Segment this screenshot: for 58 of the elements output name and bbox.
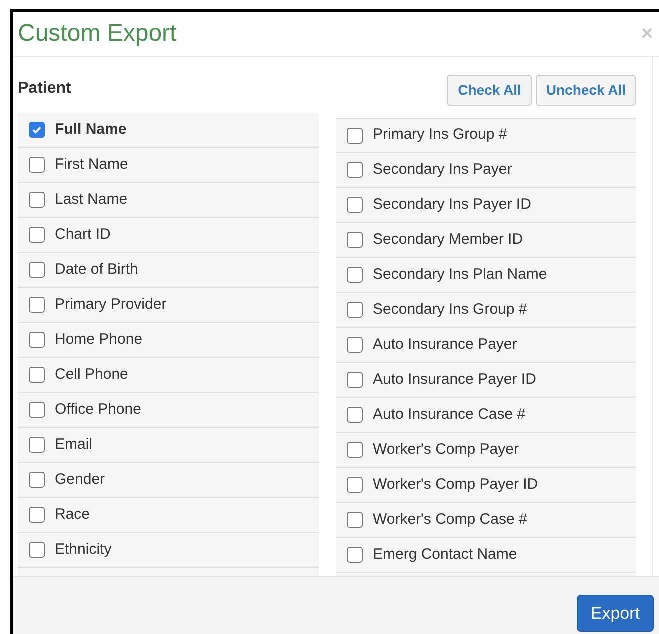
checkbox[interactable] (29, 192, 45, 208)
checkbox[interactable] (347, 512, 363, 528)
checkbox[interactable] (347, 267, 363, 283)
field-option[interactable]: Secondary Ins Plan Name (336, 258, 636, 293)
checkbox[interactable] (347, 302, 363, 318)
field-option[interactable]: Worker's Comp Payer ID (336, 468, 636, 503)
field-option[interactable]: Emerg Contact Name (336, 538, 636, 573)
checkbox[interactable] (29, 157, 45, 173)
checkbox[interactable] (29, 402, 45, 418)
field-option[interactable]: Worker's Comp Payer (336, 433, 636, 468)
field-option[interactable]: Secondary Member ID (336, 223, 636, 258)
checkbox[interactable] (29, 437, 45, 453)
field-option[interactable]: Secondary Ins Group # (336, 293, 636, 328)
checkbox[interactable] (347, 162, 363, 178)
check-icon (31, 124, 43, 136)
checkbox[interactable] (29, 542, 45, 558)
checkbox[interactable] (29, 122, 45, 138)
checkbox[interactable] (29, 297, 45, 313)
field-option[interactable]: Gender (18, 463, 319, 498)
field-option[interactable]: Auto Insurance Payer (336, 328, 636, 363)
field-option[interactable]: Last Name (18, 183, 319, 218)
checkbox[interactable] (347, 477, 363, 493)
checkbox[interactable] (29, 332, 45, 348)
checkbox[interactable] (347, 232, 363, 248)
field-option[interactable]: Cell Phone (18, 358, 319, 393)
field-option[interactable]: Race (18, 498, 319, 533)
field-option[interactable]: Office Phone (18, 393, 319, 428)
checkbox[interactable] (347, 407, 363, 423)
field-option[interactable]: Secondary Ins Payer (336, 153, 636, 188)
field-option[interactable]: Secondary Ins Payer ID (336, 188, 636, 223)
checkbox[interactable] (29, 227, 45, 243)
checkbox[interactable] (29, 262, 45, 278)
field-option[interactable]: Date of Birth (18, 253, 319, 288)
field-option[interactable]: Worker's Comp Case # (336, 503, 636, 538)
checkbox[interactable] (347, 197, 363, 213)
checkbox[interactable] (347, 372, 363, 388)
field-option[interactable]: Primary Ins Group # (336, 118, 636, 153)
field-option[interactable]: Auto Insurance Payer ID (336, 363, 636, 398)
checkbox[interactable] (347, 337, 363, 353)
field-option[interactable]: First Name (18, 148, 319, 183)
checkbox[interactable] (29, 367, 45, 383)
field-option[interactable]: Primary Provider (18, 288, 319, 323)
section-title: Patient (18, 79, 72, 99)
uncheck-all-button[interactable]: Uncheck All (536, 75, 636, 106)
check-all-button[interactable]: Check All (447, 75, 532, 106)
field-option[interactable]: Email (18, 428, 319, 463)
dialog-title: Custom Export (18, 19, 177, 49)
checkbox[interactable] (347, 547, 363, 563)
field-option[interactable]: Home Phone (18, 323, 319, 358)
checkbox[interactable] (29, 472, 45, 488)
checkbox[interactable] (347, 128, 363, 144)
checkbox[interactable] (347, 442, 363, 458)
field-option[interactable]: Full Name (18, 113, 319, 148)
export-button[interactable]: Export (576, 595, 654, 632)
field-option[interactable]: Auto Insurance Case # (336, 398, 636, 433)
field-option[interactable]: Chart ID (18, 218, 319, 253)
checkbox[interactable] (29, 507, 45, 523)
field-option[interactable]: Ethnicity (18, 533, 319, 568)
